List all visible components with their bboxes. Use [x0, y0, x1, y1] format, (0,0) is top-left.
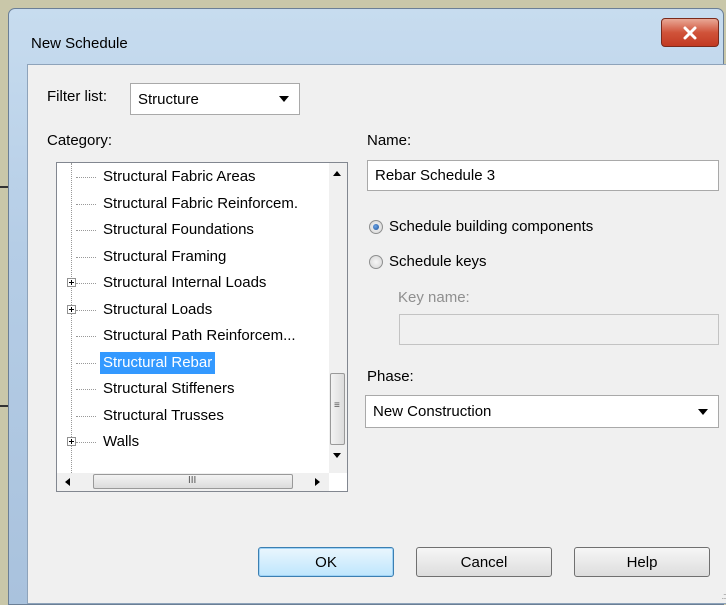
name-label: Name: — [367, 132, 412, 149]
grip-icon: ≡ — [334, 400, 340, 411]
radio-unchecked-icon — [369, 254, 383, 269]
category-item-label: Structural Trusses — [103, 406, 224, 424]
chevron-down-icon — [279, 96, 289, 102]
category-item[interactable]: Structural Fabric Areas — [57, 164, 327, 190]
tree-connector-line — [76, 309, 96, 311]
category-item[interactable]: Walls — [57, 429, 327, 455]
key-name-input[interactable] — [399, 314, 719, 345]
category-item[interactable]: Structural Fabric Reinforcem. — [57, 191, 327, 217]
background-mark — [0, 186, 8, 188]
horizontal-scroll-thumb[interactable]: III — [93, 474, 293, 489]
scroll-left-icon[interactable] — [65, 478, 70, 486]
name-input-value: Rebar Schedule 3 — [375, 167, 496, 184]
tree-connector-line — [76, 256, 96, 258]
category-item[interactable]: Structural Path Reinforcem... — [57, 323, 327, 349]
tree-connector-line — [76, 362, 96, 364]
tree-connector-line — [76, 283, 96, 284]
category-item[interactable]: Structural Internal Loads — [57, 270, 327, 296]
category-item[interactable]: Structural Trusses — [57, 403, 327, 429]
category-item[interactable]: Structural Foundations — [57, 217, 327, 243]
filter-list-value: Structure — [138, 90, 199, 108]
dialog-title: New Schedule — [31, 35, 128, 52]
expand-plus-icon[interactable] — [67, 278, 76, 287]
phase-value: New Construction — [373, 403, 492, 420]
tree-connector-line — [76, 415, 96, 417]
scroll-right-icon[interactable] — [315, 478, 320, 486]
category-item-label: Structural Fabric Areas — [103, 168, 256, 185]
radio-checked-icon — [369, 219, 383, 234]
ok-button[interactable]: OK — [258, 547, 394, 577]
category-item-label: Structural Rebar — [100, 351, 216, 374]
schedule-building-components-radio[interactable]: Schedule building components — [369, 218, 593, 235]
tree-connector-line — [76, 230, 96, 231]
filter-list-label: Filter list: — [47, 88, 107, 105]
category-item-label: Structural Loads — [103, 300, 213, 318]
filter-list-dropdown[interactable]: Structure — [130, 83, 300, 115]
category-item[interactable]: Structural Loads — [57, 297, 327, 323]
horizontal-scrollbar[interactable]: III — [57, 473, 329, 491]
phase-dropdown[interactable]: New Construction — [365, 395, 719, 428]
category-tree[interactable]: Structural Fabric Areas Structural Fabric… — [56, 162, 348, 492]
dialog-window: New Schedule Filter list: Structure Cate… — [8, 8, 726, 605]
category-label: Category: — [47, 132, 113, 149]
help-button[interactable]: Help — [574, 547, 710, 577]
chevron-down-icon — [698, 408, 708, 415]
category-item[interactable]: Structural Stiffeners — [57, 376, 327, 402]
cancel-button[interactable]: Cancel — [416, 547, 552, 577]
close-button[interactable] — [661, 18, 719, 47]
category-item[interactable]: Structural Rebar — [57, 350, 327, 376]
schedule-keys-label: Schedule keys — [389, 253, 487, 270]
scroll-up-icon[interactable] — [333, 171, 341, 176]
category-item-label: Structural Framing — [103, 247, 227, 265]
category-item-label: Structural Stiffeners — [103, 380, 235, 397]
dialog-body: Filter list: Structure Category: Structu… — [27, 64, 726, 604]
grip-icon: III — [188, 475, 197, 486]
category-item-label: Structural Fabric Reinforcem. — [103, 194, 299, 212]
tree-connector-line — [76, 442, 96, 443]
tree-connector-line — [76, 389, 96, 390]
phase-label: Phase: — [367, 368, 414, 385]
close-icon — [683, 26, 697, 39]
category-item-label: Structural Path Reinforcem... — [103, 327, 296, 344]
schedule-building-components-label: Schedule building components — [389, 218, 594, 235]
tree-connector-line — [76, 336, 96, 337]
scroll-down-icon[interactable] — [333, 453, 341, 458]
expand-plus-icon[interactable] — [67, 304, 76, 314]
tree-connector-line — [76, 203, 96, 205]
category-item-label: Walls — [103, 433, 140, 450]
key-name-label: Key name: — [398, 289, 470, 306]
background-mark — [0, 405, 8, 407]
expand-plus-icon[interactable] — [67, 437, 76, 446]
resize-grip-icon[interactable]: .:: — [721, 591, 726, 601]
name-input[interactable]: Rebar Schedule 3 — [367, 160, 719, 191]
category-item-label: Structural Foundations — [103, 221, 254, 238]
vertical-scrollbar[interactable]: ≡ — [329, 163, 347, 473]
category-item-label: Structural Internal Loads — [103, 274, 267, 291]
schedule-keys-radio[interactable]: Schedule keys — [369, 253, 487, 270]
vertical-scroll-thumb[interactable]: ≡ — [330, 373, 345, 445]
category-item[interactable]: Structural Framing — [57, 244, 327, 270]
tree-connector-line — [76, 177, 96, 178]
